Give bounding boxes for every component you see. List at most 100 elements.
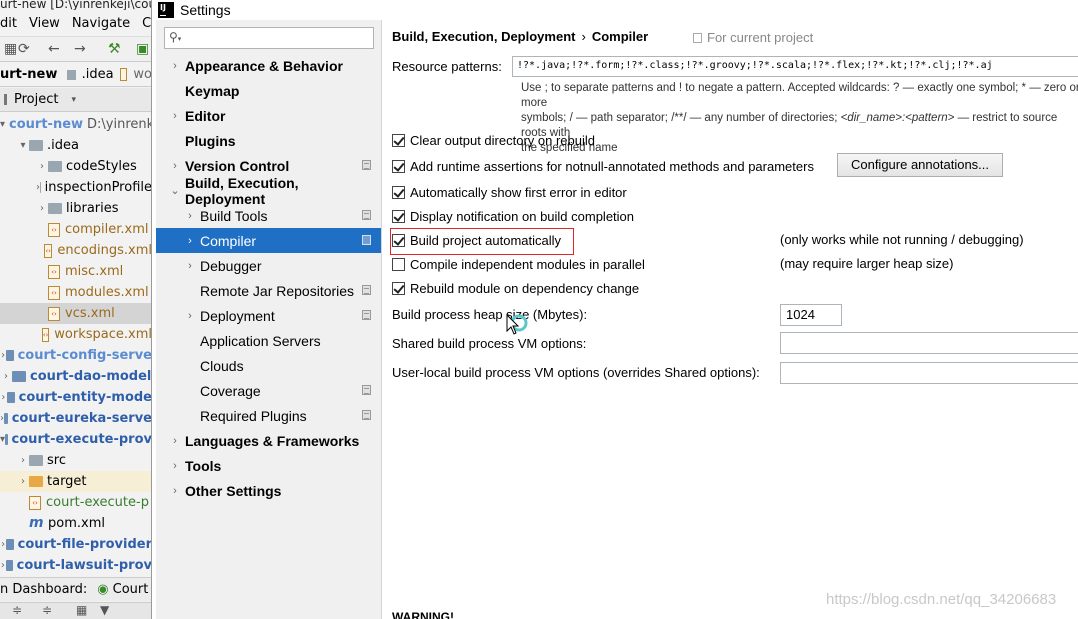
sync-icon[interactable]: ⟳	[18, 41, 30, 57]
menu-navigate[interactable]: Navigate	[72, 13, 130, 35]
tree-expand-arrow-icon[interactable]: ▾	[17, 140, 29, 151]
menu-edit[interactable]: dit	[0, 13, 17, 35]
compiler-option-checkbox[interactable]: Display notification on build completion	[392, 206, 634, 226]
settings-nav-item[interactable]: › Deployment	[156, 303, 381, 328]
back-arrow-icon[interactable]: ←	[48, 41, 60, 57]
settings-nav-item[interactable]: Clouds	[156, 353, 381, 378]
tree-expand-arrow-icon[interactable]: ›	[0, 560, 6, 571]
settings-search-input[interactable]	[189, 29, 369, 47]
dashboard-tab[interactable]: Court	[113, 582, 149, 597]
settings-nav-item[interactable]: ⌄ Build, Execution, Deployment	[156, 175, 381, 207]
chevron-right-icon[interactable]: ›	[185, 235, 195, 247]
settings-nav-item[interactable]: Keymap	[156, 78, 381, 103]
save-all-icon[interactable]: ▦	[4, 41, 17, 57]
tree-item[interactable]: ‹› vcs.xml	[0, 303, 151, 324]
tree-item[interactable]: › court-entity-mode	[0, 387, 151, 408]
settings-nav-item[interactable]: › Compiler	[156, 228, 381, 253]
settings-nav-item[interactable]: Application Servers	[156, 328, 381, 353]
filter-icon[interactable]: ▼	[100, 603, 109, 617]
compiler-option-checkbox[interactable]: Rebuild module on dependency change	[392, 278, 639, 298]
tree-item[interactable]: ‹› court-execute-p	[0, 492, 151, 513]
tree-item[interactable]: › court-config-serve	[0, 345, 151, 366]
nav-file[interactable]: wo	[133, 67, 151, 82]
settings-search-field[interactable]: ⚲▾	[164, 27, 374, 49]
tree-item[interactable]: › court-lawsuit-prov	[0, 555, 151, 576]
tree-item[interactable]: › court-file-provider	[0, 534, 151, 555]
expand-icon[interactable]: ≑	[42, 603, 52, 617]
tree-item[interactable]: m pom.xml	[0, 513, 151, 534]
tree-item[interactable]: › src	[0, 450, 151, 471]
checkbox-checked-icon[interactable]	[392, 281, 405, 295]
tree-item[interactable]: ▾ court-newD:\yinrenke	[0, 114, 151, 135]
user-vm-options-input[interactable]	[780, 362, 1078, 384]
nav-project[interactable]: urt-new	[0, 67, 57, 82]
tree-item[interactable]: ▾ .idea	[0, 135, 151, 156]
nav-folder[interactable]: .idea	[82, 67, 114, 82]
settings-nav-item[interactable]: Coverage	[156, 378, 381, 403]
chevron-right-icon[interactable]: ›	[170, 160, 180, 172]
forward-arrow-icon[interactable]: →	[74, 41, 86, 57]
tree-item[interactable]: › inspectionProfile	[0, 177, 151, 198]
resource-patterns-input[interactable]: !?*.java;!?*.form;!?*.class;!?*.groovy;!…	[512, 56, 1078, 77]
collapse-icon[interactable]: ≑	[12, 603, 22, 617]
settings-nav-item[interactable]: Remote Jar Repositories	[156, 278, 381, 303]
build-hammer-icon[interactable]: ⚒	[108, 41, 121, 57]
chevron-right-icon[interactable]: ›	[170, 60, 180, 72]
settings-nav-item[interactable]: › Appearance & Behavior	[156, 53, 381, 78]
chevron-right-icon[interactable]: ›	[170, 485, 180, 497]
chevron-right-icon[interactable]: ›	[185, 310, 195, 322]
tree-expand-arrow-icon[interactable]: ›	[0, 392, 7, 403]
tree-expand-arrow-icon[interactable]: ›	[36, 203, 48, 214]
run-config-icon[interactable]: ▣	[136, 41, 149, 57]
heap-size-input[interactable]: 1024	[780, 304, 842, 326]
settings-nav-item[interactable]: Required Plugins	[156, 403, 381, 428]
tree-expand-arrow-icon[interactable]: ▾	[0, 119, 5, 130]
project-tool-window-header[interactable]: Project ▾	[0, 88, 151, 112]
chevron-right-icon[interactable]: ›	[170, 460, 180, 472]
settings-nav-item[interactable]: › Other Settings	[156, 478, 381, 503]
search-icon[interactable]: ⚲▾	[169, 30, 181, 44]
chevron-right-icon[interactable]: ›	[185, 210, 195, 222]
chevron-right-icon[interactable]: ›	[170, 110, 180, 122]
settings-nav-item[interactable]: › Debugger	[156, 253, 381, 278]
settings-nav-item[interactable]: › Editor	[156, 103, 381, 128]
tree-item[interactable]: › court-eureka-serve	[0, 408, 151, 429]
tree-item[interactable]: ‹› misc.xml	[0, 261, 151, 282]
tree-item[interactable]: ▾ court-execute-prov	[0, 429, 151, 450]
chevron-right-icon[interactable]: ›	[170, 435, 180, 447]
chevron-right-icon[interactable]: ›	[185, 260, 195, 272]
compiler-option-checkbox[interactable]: Add runtime assertions for notnull-annot…	[392, 156, 814, 176]
menu-view[interactable]: View	[29, 13, 60, 35]
settings-nav-item[interactable]: › Languages & Frameworks	[156, 428, 381, 453]
menu-code[interactable]: Co	[142, 13, 151, 35]
compiler-option-checkbox[interactable]: Automatically show first error in editor	[392, 182, 627, 202]
tree-item[interactable]: ‹› workspace.xml	[0, 324, 151, 345]
tree-item[interactable]: › target	[0, 471, 151, 492]
tree-expand-arrow-icon[interactable]: ›	[17, 455, 29, 466]
tree-item[interactable]: › court-dao-model	[0, 366, 151, 387]
tree-expand-arrow-icon[interactable]: ›	[17, 476, 29, 487]
chevron-down-icon[interactable]: ⌄	[170, 184, 180, 197]
chevron-down-icon[interactable]: ▾	[71, 95, 76, 105]
settings-nav-item[interactable]: › Build Tools	[156, 203, 381, 228]
compiler-option-checkbox[interactable]: Clear output directory on rebuild	[392, 130, 595, 150]
shared-vm-options-input[interactable]	[780, 332, 1078, 354]
tree-item[interactable]: ‹› encodings.xml	[0, 240, 151, 261]
checkbox-checked-icon[interactable]	[392, 209, 405, 223]
settings-nav-item[interactable]: Plugins	[156, 128, 381, 153]
tree-expand-arrow-icon[interactable]: ›	[36, 161, 48, 172]
checkbox-checked-icon[interactable]	[392, 133, 405, 147]
group-icon[interactable]: ▦	[76, 603, 87, 617]
checkbox-checked-icon[interactable]	[392, 159, 405, 173]
tree-item[interactable]: › libraries	[0, 198, 151, 219]
tree-item[interactable]: ‹› compiler.xml	[0, 219, 151, 240]
compiler-option-checkbox[interactable]: Compile independent modules in parallel	[392, 254, 645, 274]
configure-annotations-button[interactable]: Configure annotations...	[837, 153, 1003, 177]
checkbox-checked-icon[interactable]	[392, 185, 405, 199]
checkbox-unchecked-icon[interactable]	[392, 257, 405, 271]
settings-nav-item[interactable]: › Tools	[156, 453, 381, 478]
settings-titlebar[interactable]: IJ Settings	[152, 0, 1078, 20]
tree-item[interactable]: › codeStyles	[0, 156, 151, 177]
tree-item[interactable]: ‹› modules.xml	[0, 282, 151, 303]
tree-expand-arrow-icon[interactable]: ›	[0, 371, 12, 382]
